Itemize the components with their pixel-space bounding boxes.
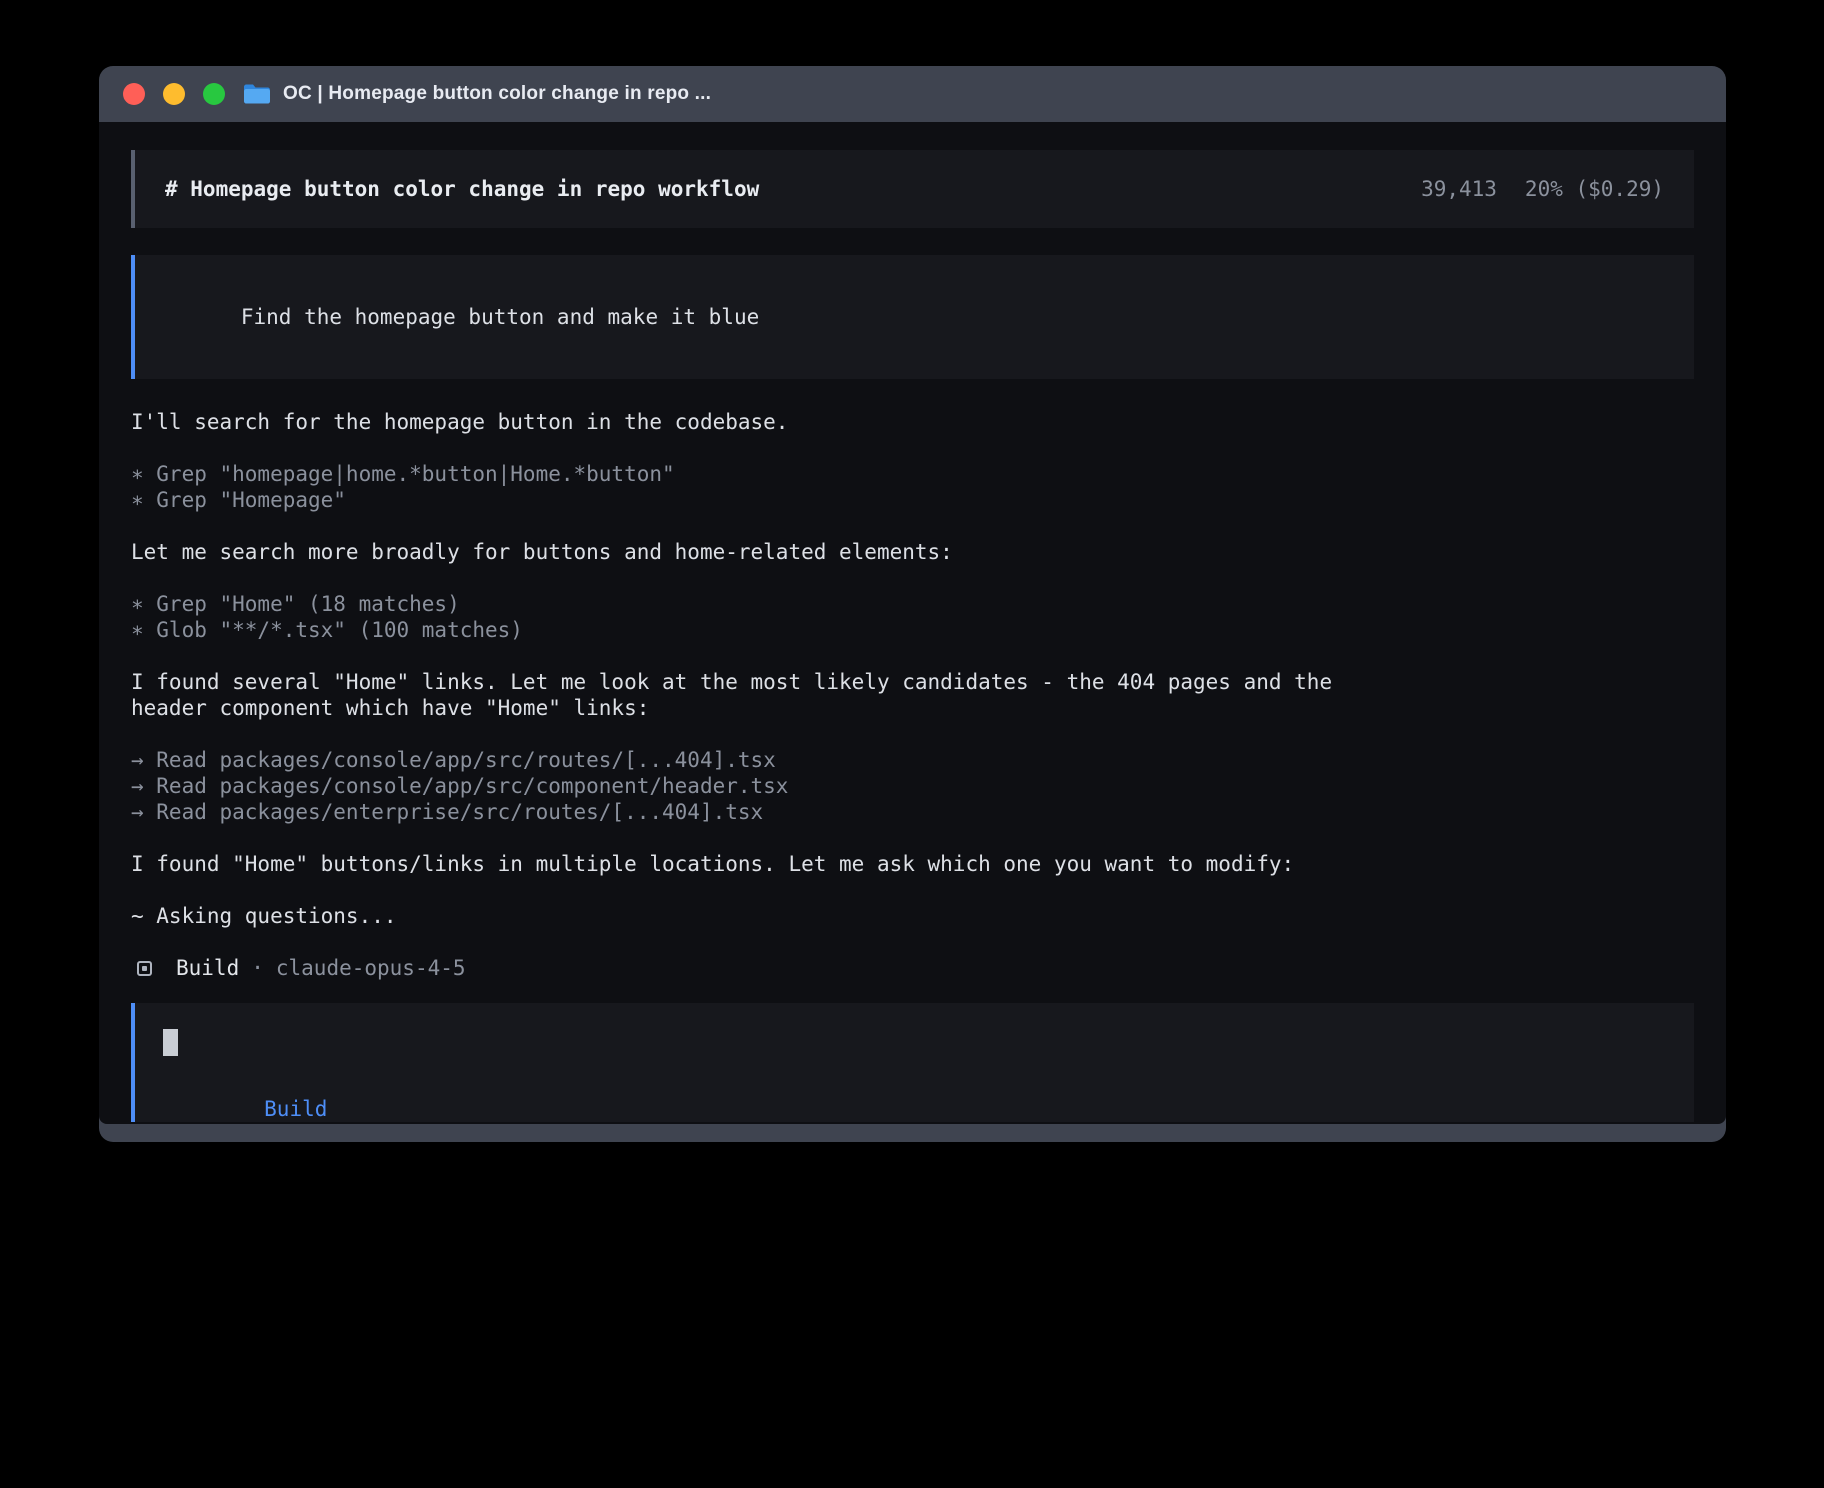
agent-separator: ·: [251, 955, 264, 981]
spacer: [131, 435, 1694, 461]
assistant-text-line: header component which have "Home" links…: [131, 695, 1694, 721]
spacer: [131, 877, 1694, 903]
tool-call-line: ∗ Grep "Homepage": [131, 487, 1694, 513]
agent-name-label: Build: [176, 955, 239, 981]
terminal-window: OC | Homepage button color change in rep…: [99, 66, 1726, 1142]
assistant-text-line: I found "Home" buttons/links in multiple…: [131, 851, 1694, 877]
session-title: # Homepage button color change in repo w…: [165, 176, 759, 202]
file-read-line: → Read packages/console/app/src/routes/[…: [131, 747, 1694, 773]
file-read-line: → Read packages/enterprise/src/routes/[.…: [131, 799, 1694, 825]
assistant-status-line: ~ Asking questions...: [131, 903, 1694, 929]
agent-model-label: claude-opus-4-5: [276, 955, 466, 981]
assistant-transcript: I'll search for the homepage button in t…: [131, 409, 1694, 929]
input-meta-row: Build Claude Opus 4.5 OpenCode Zen: [163, 1070, 1666, 1096]
minimize-window-button[interactable]: [163, 83, 185, 105]
spacer: [131, 643, 1694, 669]
spacer: [131, 825, 1694, 851]
text-cursor: [163, 1029, 178, 1056]
context-usage: 20% ($0.29): [1525, 176, 1664, 202]
tool-call-line: ∗ Glob "**/*.tsx" (100 matches): [131, 617, 1694, 643]
prompt-input[interactable]: Build Claude Opus 4.5 OpenCode Zen: [131, 1003, 1694, 1122]
assistant-text-line: Let me search more broadly for buttons a…: [131, 539, 1694, 565]
spacer: [131, 721, 1694, 747]
tool-call-line: ∗ Grep "Home" (18 matches): [131, 591, 1694, 617]
titlebar-title-group: OC | Homepage button color change in rep…: [243, 83, 711, 105]
assistant-text-line: I'll search for the homepage button in t…: [131, 409, 1694, 435]
spacer: [131, 565, 1694, 591]
model-label[interactable]: Claude Opus 4.5: [290, 1123, 480, 1124]
file-read-line: → Read packages/console/app/src/componen…: [131, 773, 1694, 799]
close-window-button[interactable]: [123, 83, 145, 105]
tool-call-line: ∗ Grep "homepage|home.*button|Home.*butt…: [131, 461, 1694, 487]
zoom-window-button[interactable]: [203, 83, 225, 105]
user-message: Find the homepage button and make it blu…: [131, 255, 1694, 379]
window-controls: [123, 83, 225, 105]
spacer: [131, 513, 1694, 539]
session-header: # Homepage button color change in repo w…: [131, 150, 1694, 228]
agent-icon-dot: [142, 966, 147, 971]
folder-icon: [243, 83, 271, 105]
terminal-content: # Homepage button color change in repo w…: [99, 122, 1726, 1124]
session-usage: 39,413 20% ($0.29): [1421, 176, 1664, 202]
agent-mode-label[interactable]: Build: [264, 1097, 327, 1121]
window-titlebar[interactable]: OC | Homepage button color change in rep…: [99, 66, 1726, 122]
assistant-text-line: I found several "Home" links. Let me loo…: [131, 669, 1694, 695]
token-count: 39,413: [1421, 176, 1497, 202]
agent-icon: [137, 961, 152, 976]
window-title: OC | Homepage button color change in rep…: [283, 83, 711, 105]
agent-status-line: Build · claude-opus-4-5: [131, 955, 1694, 981]
user-message-text: Find the homepage button and make it blu…: [241, 305, 759, 329]
